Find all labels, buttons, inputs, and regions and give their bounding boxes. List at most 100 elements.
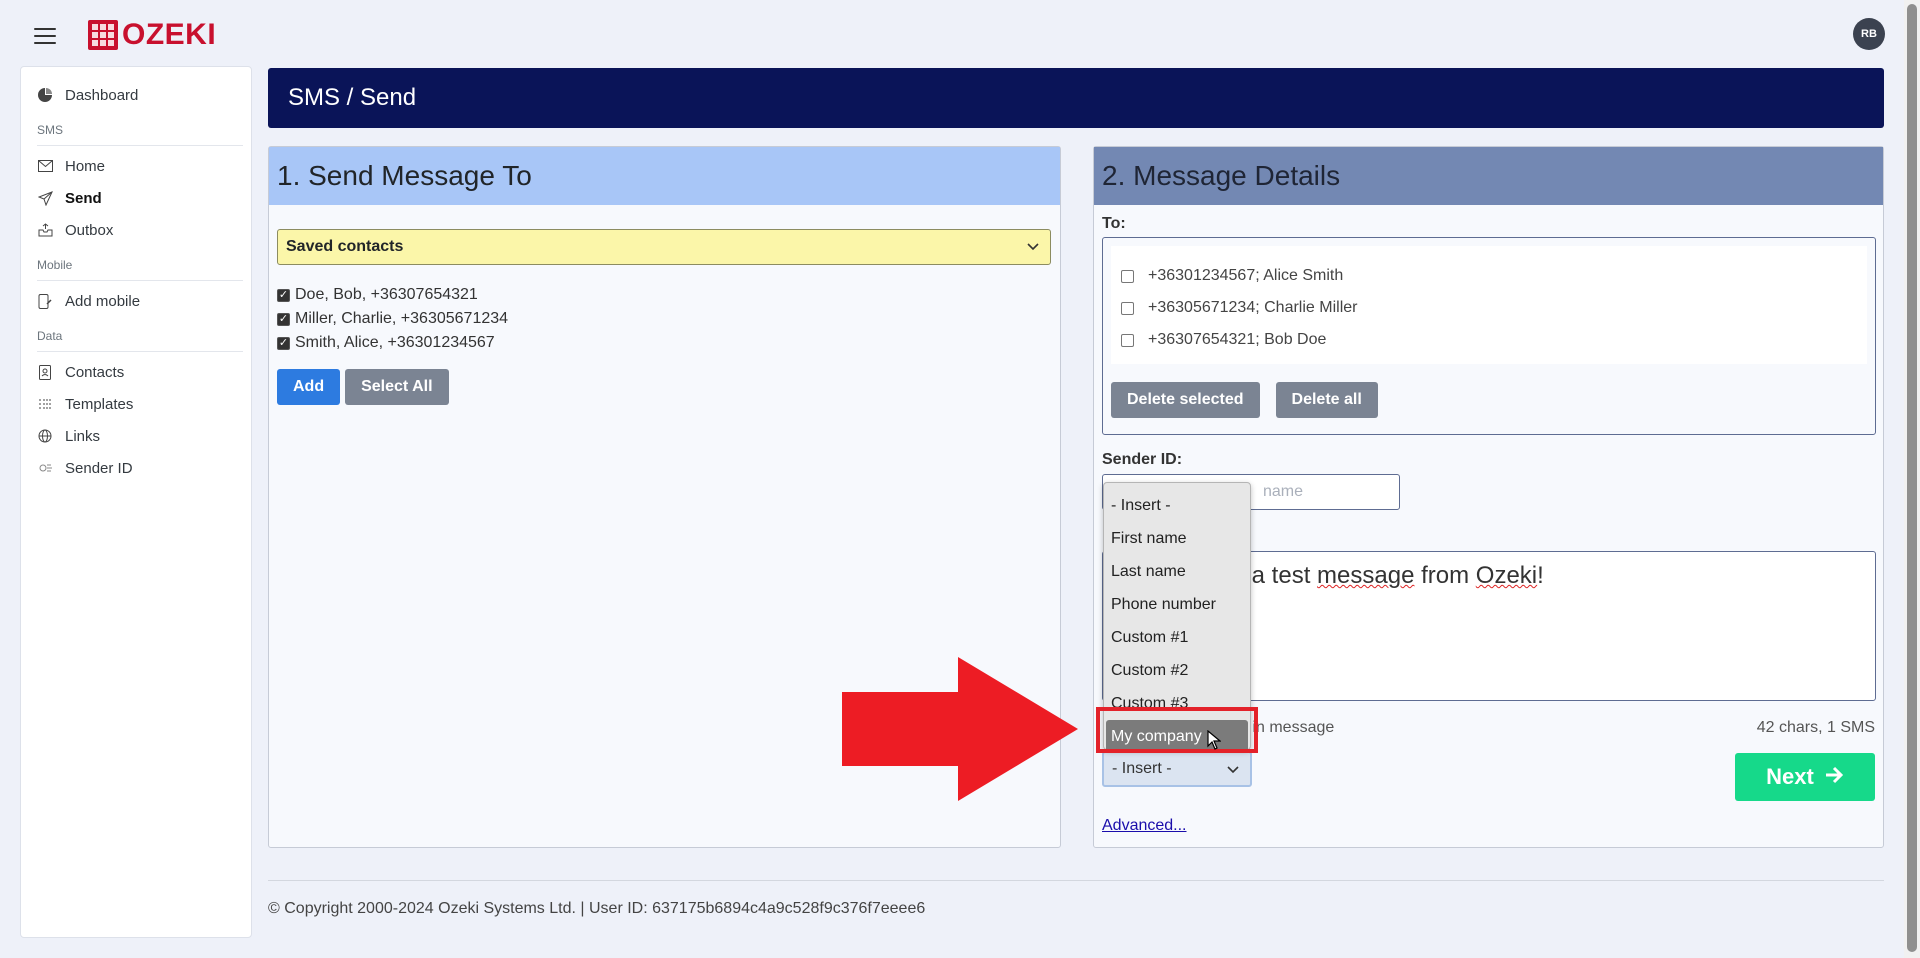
sidebar-item-label: Send xyxy=(65,189,102,207)
contact-source-select[interactable]: Saved contacts xyxy=(277,229,1051,265)
sidebar-item-label: Contacts xyxy=(65,363,125,381)
recipient-item[interactable]: +36307654321; Bob Doe xyxy=(1121,324,1867,356)
page-title: SMS / Send xyxy=(288,84,417,111)
sender-id-icon xyxy=(37,460,53,476)
logo-text: OZEKI xyxy=(122,18,217,51)
sidebar-divider xyxy=(37,280,243,281)
footer-divider xyxy=(268,880,1884,881)
envelope-icon xyxy=(37,158,53,174)
sidebar-item-label: Dashboard xyxy=(65,86,139,104)
recipient-label: +36307654321; Bob Doe xyxy=(1148,331,1327,348)
contact-checkbox[interactable] xyxy=(277,336,290,350)
arrow-right-icon xyxy=(1824,764,1844,790)
sidebar-item-contacts[interactable]: Contacts xyxy=(21,356,251,388)
recipient-item[interactable]: +36305671234; Charlie Miller xyxy=(1121,292,1867,324)
outbox-tray-icon xyxy=(37,222,53,238)
red-arrow-icon xyxy=(842,657,1082,806)
sidebar: Dashboard SMS Home Send Outbox Mobile Ad… xyxy=(20,66,252,938)
sidebar-divider xyxy=(37,145,243,146)
select-all-button[interactable]: Select All xyxy=(345,369,449,405)
recipient-checkbox[interactable] xyxy=(1121,301,1134,315)
insert-option[interactable]: - Insert - xyxy=(1104,489,1250,522)
insert-option[interactable]: Custom #1 xyxy=(1104,621,1250,654)
recipient-actions: Delete selected Delete all xyxy=(1111,382,1378,418)
templates-list-icon xyxy=(37,396,53,412)
sidebar-item-send[interactable]: Send xyxy=(21,182,251,214)
delete-all-button[interactable]: Delete all xyxy=(1275,382,1378,418)
advanced-link[interactable]: Advanced... xyxy=(1102,817,1187,835)
sidebar-item-home[interactable]: Home xyxy=(21,150,251,182)
logo-mark-icon xyxy=(88,20,118,50)
sidebar-item-label: Outbox xyxy=(65,221,114,239)
message-details-panel-title: 2. Message Details xyxy=(1094,147,1883,205)
insert-option[interactable]: Last name xyxy=(1104,555,1250,588)
insert-select[interactable]: - Insert - xyxy=(1102,751,1252,787)
insert-option[interactable]: Phone number xyxy=(1104,588,1250,621)
sidebar-section-sms: SMS xyxy=(37,123,64,137)
sidebar-item-sender-id[interactable]: Sender ID xyxy=(21,452,251,484)
contact-item[interactable]: Miller, Charlie, +36305671234 xyxy=(277,307,508,331)
insert-option[interactable]: Custom #2 xyxy=(1104,654,1250,687)
delete-selected-button[interactable]: Delete selected xyxy=(1111,382,1260,418)
chevron-down-icon xyxy=(1026,239,1040,258)
contact-item[interactable]: Doe, Bob, +36307654321 xyxy=(277,283,508,307)
send-to-actions: Add Select All xyxy=(277,369,449,405)
contacts-book-icon xyxy=(37,364,53,380)
insert-option[interactable]: First name xyxy=(1104,522,1250,555)
sidebar-section-data: Data xyxy=(37,329,63,343)
mouse-cursor-icon xyxy=(1207,729,1222,755)
page-scrollbar[interactable] xyxy=(1904,0,1920,958)
sidebar-item-label: Sender ID xyxy=(65,459,133,477)
recipient-checkbox[interactable] xyxy=(1121,333,1134,347)
sender-id-label: Sender ID: xyxy=(1102,451,1183,468)
sidebar-item-label: Links xyxy=(65,427,101,445)
sidebar-item-outbox[interactable]: Outbox xyxy=(21,214,251,246)
recipient-checkbox[interactable] xyxy=(1121,269,1134,283)
recipient-label: +36305671234; Charlie Miller xyxy=(1148,299,1358,316)
sidebar-item-links[interactable]: Links xyxy=(21,420,251,452)
message-word-message: message xyxy=(1317,562,1415,589)
to-label: To: xyxy=(1102,215,1126,232)
message-word-ozeki: Ozeki xyxy=(1475,562,1538,589)
message-text-mid: from xyxy=(1414,562,1476,589)
user-avatar[interactable]: RB xyxy=(1853,18,1885,50)
sidebar-section-mobile: Mobile xyxy=(37,258,73,272)
sender-id-placeholder: name xyxy=(1263,483,1304,500)
sidebar-item-label: Home xyxy=(65,157,106,175)
footer-copyright: © Copyright 2000-2024 Ozeki Systems Ltd.… xyxy=(268,900,926,917)
contact-item[interactable]: Smith, Alice, +36301234567 xyxy=(277,331,508,355)
sidebar-divider xyxy=(37,351,243,352)
sidebar-item-label: Add mobile xyxy=(65,292,141,310)
saved-contact-list: Doe, Bob, +36307654321 Miller, Charlie, … xyxy=(277,283,508,355)
sidebar-item-label: Templates xyxy=(65,395,134,413)
recipient-item[interactable]: +36301234567; Alice Smith xyxy=(1121,260,1867,292)
pie-chart-icon xyxy=(37,87,53,103)
scrollbar-thumb[interactable] xyxy=(1907,4,1917,952)
contact-label: Smith, Alice, +36301234567 xyxy=(295,334,495,351)
recipients-box: +36301234567; Alice Smith +36305671234; … xyxy=(1102,237,1876,435)
paper-plane-icon xyxy=(37,190,53,206)
recipient-list: +36301234567; Alice Smith +36305671234; … xyxy=(1111,246,1867,364)
char-count: 42 chars, 1 SMS xyxy=(1756,719,1875,736)
menu-toggle-button[interactable] xyxy=(34,28,56,44)
add-button[interactable]: Add xyxy=(277,369,341,405)
contact-source-value: Saved contacts xyxy=(286,238,404,255)
contact-checkbox[interactable] xyxy=(277,312,290,326)
insert-select-value: - Insert - xyxy=(1112,760,1172,777)
next-button-label: Next xyxy=(1766,764,1814,789)
next-button[interactable]: Next xyxy=(1735,753,1875,801)
chevron-down-icon xyxy=(1226,762,1240,781)
page-title-banner: SMS / Send xyxy=(268,68,1884,128)
ozeki-logo[interactable]: OZEKI xyxy=(88,18,216,52)
sidebar-item-templates[interactable]: Templates xyxy=(21,388,251,420)
sidebar-item-dashboard[interactable]: Dashboard xyxy=(21,79,251,111)
globe-icon xyxy=(37,428,53,444)
contact-label: Miller, Charlie, +36305671234 xyxy=(295,310,509,327)
contact-checkbox[interactable] xyxy=(277,288,290,302)
send-to-panel-title: 1. Send Message To xyxy=(269,147,1060,205)
highlight-box xyxy=(1096,707,1258,753)
contact-label: Doe, Bob, +36307654321 xyxy=(295,286,478,303)
sidebar-item-add-mobile[interactable]: Add mobile xyxy=(21,285,251,317)
phone-edit-icon xyxy=(37,293,53,309)
recipient-label: +36301234567; Alice Smith xyxy=(1148,267,1344,284)
